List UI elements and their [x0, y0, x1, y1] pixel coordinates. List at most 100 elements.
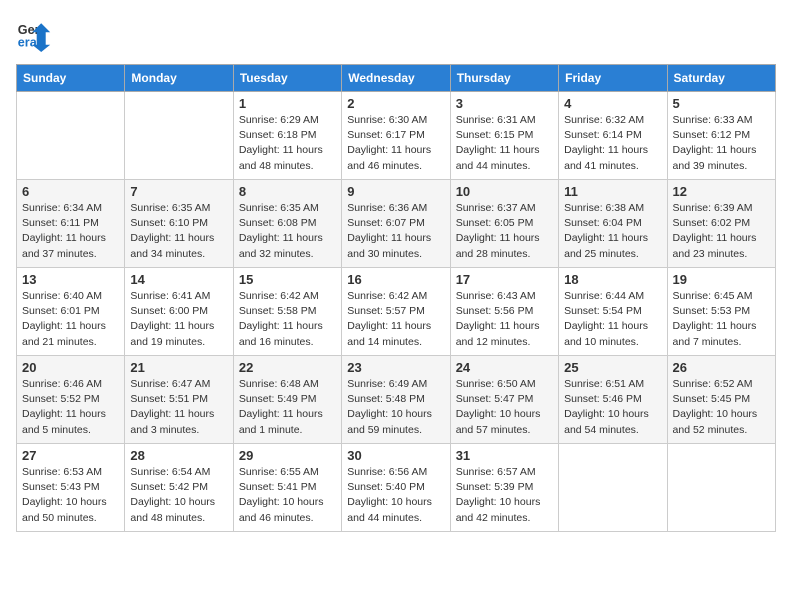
day-number: 18 — [564, 272, 661, 287]
day-info: Sunrise: 6:49 AMSunset: 5:48 PMDaylight:… — [347, 377, 444, 438]
calendar-cell: 29 Sunrise: 6:55 AMSunset: 5:41 PMDayligh… — [233, 444, 341, 532]
day-info: Sunrise: 6:32 AMSunset: 6:14 PMDaylight:… — [564, 113, 661, 174]
day-number: 20 — [22, 360, 119, 375]
day-number: 27 — [22, 448, 119, 463]
calendar-cell: 11Sunrise: 6:38 AMSunset: 6:04 PMDayligh… — [559, 180, 667, 268]
day-info: Sunrise: 6:29 AMSunset: 6:18 PMDaylight:… — [239, 113, 336, 174]
day-info: Sunrise: 6:39 AMSunset: 6:02 PMDaylight:… — [673, 201, 770, 262]
day-info: Sunrise: 6:35 AMSunset: 6:10 PMDaylight:… — [130, 201, 227, 262]
day-info: Sunrise: 6:53 AMSunset: 5:43 PMDaylight:… — [22, 465, 119, 526]
calendar-cell: 4 Sunrise: 6:32 AMSunset: 6:14 PMDaylight… — [559, 92, 667, 180]
day-number: 11 — [564, 184, 661, 199]
day-number: 3 — [456, 96, 553, 111]
calendar-cell: 20 Sunrise: 6:46 AMSunset: 5:52 PMDayligh… — [17, 356, 125, 444]
day-info: Sunrise: 6:54 AMSunset: 5:42 PMDaylight:… — [130, 465, 227, 526]
day-info: Sunrise: 6:55 AMSunset: 5:41 PMDaylight:… — [239, 465, 336, 526]
day-header-friday: Friday — [559, 65, 667, 92]
day-number: 16 — [347, 272, 444, 287]
day-number: 25 — [564, 360, 661, 375]
calendar-header-row: SundayMondayTuesdayWednesdayThursdayFrid… — [17, 65, 776, 92]
day-number: 6 — [22, 184, 119, 199]
day-number: 5 — [673, 96, 770, 111]
calendar-week-3: 13 Sunrise: 6:40 AMSunset: 6:01 PMDayligh… — [17, 268, 776, 356]
day-info: Sunrise: 6:36 AMSunset: 6:07 PMDaylight:… — [347, 201, 444, 262]
day-info: Sunrise: 6:48 AMSunset: 5:49 PMDaylight:… — [239, 377, 336, 438]
day-info: Sunrise: 6:33 AMSunset: 6:12 PMDaylight:… — [673, 113, 770, 174]
day-header-wednesday: Wednesday — [342, 65, 450, 92]
day-info: Sunrise: 6:43 AMSunset: 5:56 PMDaylight:… — [456, 289, 553, 350]
calendar-cell: 3 Sunrise: 6:31 AMSunset: 6:15 PMDaylight… — [450, 92, 558, 180]
calendar-week-2: 6 Sunrise: 6:34 AMSunset: 6:11 PMDaylight… — [17, 180, 776, 268]
calendar-cell: 24 Sunrise: 6:50 AMSunset: 5:47 PMDayligh… — [450, 356, 558, 444]
calendar-cell: 1 Sunrise: 6:29 AMSunset: 6:18 PMDaylight… — [233, 92, 341, 180]
calendar-week-5: 27 Sunrise: 6:53 AMSunset: 5:43 PMDayligh… — [17, 444, 776, 532]
day-info: Sunrise: 6:42 AMSunset: 5:57 PMDaylight:… — [347, 289, 444, 350]
day-number: 23 — [347, 360, 444, 375]
day-number: 26 — [673, 360, 770, 375]
logo: Gen eral — [16, 16, 56, 52]
calendar-cell: 12Sunrise: 6:39 AMSunset: 6:02 PMDayligh… — [667, 180, 775, 268]
day-info: Sunrise: 6:34 AMSunset: 6:11 PMDaylight:… — [22, 201, 119, 262]
day-number: 4 — [564, 96, 661, 111]
calendar-table: SundayMondayTuesdayWednesdayThursdayFrid… — [16, 64, 776, 532]
calendar-cell: 19Sunrise: 6:45 AMSunset: 5:53 PMDayligh… — [667, 268, 775, 356]
day-info: Sunrise: 6:30 AMSunset: 6:17 PMDaylight:… — [347, 113, 444, 174]
calendar-cell: 22 Sunrise: 6:48 AMSunset: 5:49 PMDayligh… — [233, 356, 341, 444]
day-number: 15 — [239, 272, 336, 287]
calendar-cell: 15Sunrise: 6:42 AMSunset: 5:58 PMDayligh… — [233, 268, 341, 356]
day-number: 19 — [673, 272, 770, 287]
day-info: Sunrise: 6:57 AMSunset: 5:39 PMDaylight:… — [456, 465, 553, 526]
day-number: 21 — [130, 360, 227, 375]
day-header-saturday: Saturday — [667, 65, 775, 92]
calendar-week-1: 1 Sunrise: 6:29 AMSunset: 6:18 PMDaylight… — [17, 92, 776, 180]
calendar-cell: 30 Sunrise: 6:56 AMSunset: 5:40 PMDayligh… — [342, 444, 450, 532]
day-number: 1 — [239, 96, 336, 111]
day-info: Sunrise: 6:35 AMSunset: 6:08 PMDaylight:… — [239, 201, 336, 262]
calendar-cell: 9 Sunrise: 6:36 AMSunset: 6:07 PMDaylight… — [342, 180, 450, 268]
calendar-cell: 25 Sunrise: 6:51 AMSunset: 5:46 PMDayligh… — [559, 356, 667, 444]
day-number: 30 — [347, 448, 444, 463]
day-info: Sunrise: 6:31 AMSunset: 6:15 PMDaylight:… — [456, 113, 553, 174]
day-header-thursday: Thursday — [450, 65, 558, 92]
day-info: Sunrise: 6:40 AMSunset: 6:01 PMDaylight:… — [22, 289, 119, 350]
day-number: 10 — [456, 184, 553, 199]
calendar-cell: 27 Sunrise: 6:53 AMSunset: 5:43 PMDayligh… — [17, 444, 125, 532]
day-info: Sunrise: 6:50 AMSunset: 5:47 PMDaylight:… — [456, 377, 553, 438]
day-number: 8 — [239, 184, 336, 199]
day-number: 24 — [456, 360, 553, 375]
calendar-cell: 7Sunrise: 6:35 AMSunset: 6:10 PMDaylight… — [125, 180, 233, 268]
calendar-cell — [559, 444, 667, 532]
day-header-monday: Monday — [125, 65, 233, 92]
day-header-sunday: Sunday — [17, 65, 125, 92]
day-header-tuesday: Tuesday — [233, 65, 341, 92]
calendar-cell: 10 Sunrise: 6:37 AMSunset: 6:05 PMDayligh… — [450, 180, 558, 268]
day-number: 28 — [130, 448, 227, 463]
calendar-cell — [667, 444, 775, 532]
calendar-cell: 6 Sunrise: 6:34 AMSunset: 6:11 PMDaylight… — [17, 180, 125, 268]
calendar-cell: 5 Sunrise: 6:33 AMSunset: 6:12 PMDaylight… — [667, 92, 775, 180]
day-number: 14 — [130, 272, 227, 287]
day-number: 29 — [239, 448, 336, 463]
calendar-cell: 17 Sunrise: 6:43 AMSunset: 5:56 PMDayligh… — [450, 268, 558, 356]
day-info: Sunrise: 6:47 AMSunset: 5:51 PMDaylight:… — [130, 377, 227, 438]
day-info: Sunrise: 6:46 AMSunset: 5:52 PMDaylight:… — [22, 377, 119, 438]
day-number: 2 — [347, 96, 444, 111]
day-number: 17 — [456, 272, 553, 287]
calendar-cell: 28 Sunrise: 6:54 AMSunset: 5:42 PMDayligh… — [125, 444, 233, 532]
day-info: Sunrise: 6:56 AMSunset: 5:40 PMDaylight:… — [347, 465, 444, 526]
day-info: Sunrise: 6:44 AMSunset: 5:54 PMDaylight:… — [564, 289, 661, 350]
calendar-cell: 14 Sunrise: 6:41 AMSunset: 6:00 PMDayligh… — [125, 268, 233, 356]
day-info: Sunrise: 6:52 AMSunset: 5:45 PMDaylight:… — [673, 377, 770, 438]
calendar-cell: 2 Sunrise: 6:30 AMSunset: 6:17 PMDaylight… — [342, 92, 450, 180]
calendar-cell: 16 Sunrise: 6:42 AMSunset: 5:57 PMDayligh… — [342, 268, 450, 356]
calendar-cell: 31Sunrise: 6:57 AMSunset: 5:39 PMDayligh… — [450, 444, 558, 532]
page-header: Gen eral — [16, 16, 776, 52]
day-info: Sunrise: 6:41 AMSunset: 6:00 PMDaylight:… — [130, 289, 227, 350]
day-info: Sunrise: 6:51 AMSunset: 5:46 PMDaylight:… — [564, 377, 661, 438]
day-info: Sunrise: 6:37 AMSunset: 6:05 PMDaylight:… — [456, 201, 553, 262]
day-number: 13 — [22, 272, 119, 287]
calendar-cell: 21 Sunrise: 6:47 AMSunset: 5:51 PMDayligh… — [125, 356, 233, 444]
day-number: 22 — [239, 360, 336, 375]
day-number: 9 — [347, 184, 444, 199]
logo-icon: Gen eral — [16, 16, 52, 52]
